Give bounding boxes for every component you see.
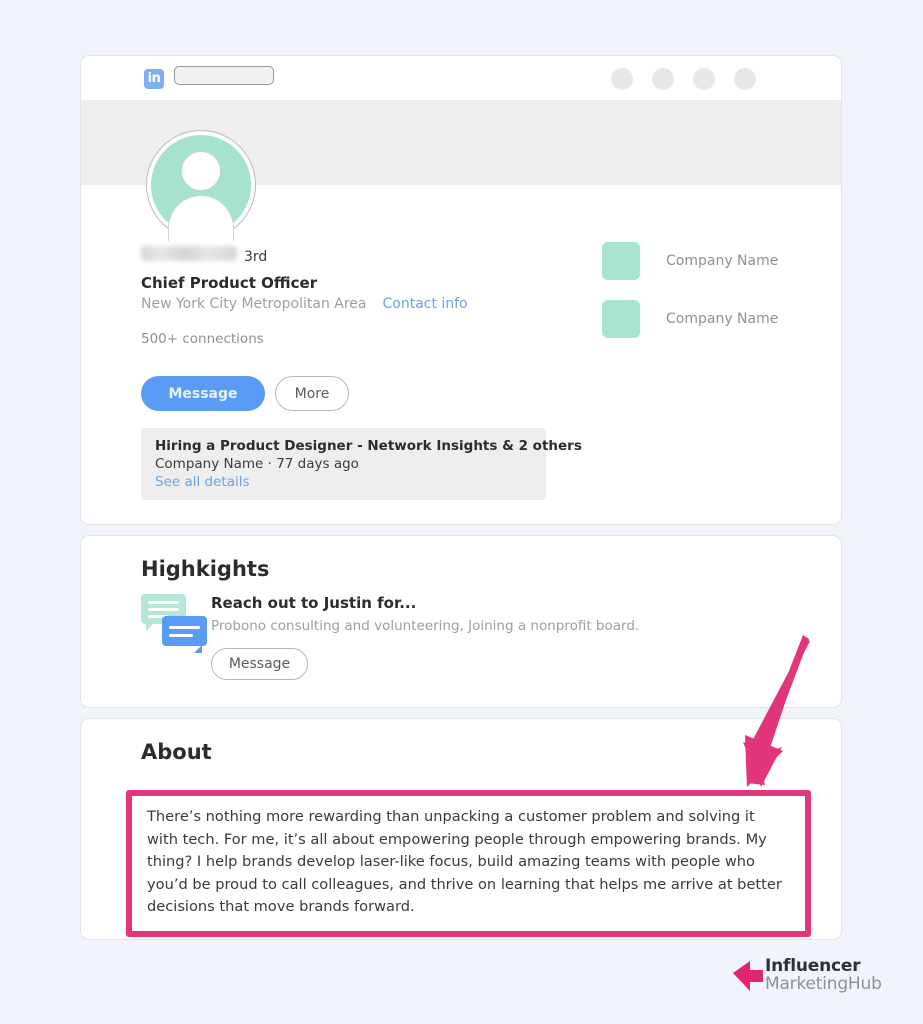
highlights-card: Highkights Reach out to Justin for... Pr… [80, 535, 842, 708]
linkedin-navbar: in [81, 56, 841, 100]
speech-bubbles-icon [141, 594, 215, 654]
about-text: There’s nothing more rewarding than unpa… [147, 808, 782, 915]
contact-info-link[interactable]: Contact info [382, 296, 467, 312]
connections-count: 500+ connections [141, 331, 264, 347]
linkedin-logo-icon[interactable]: in [144, 69, 164, 89]
about-card: About There’s nothing more rewarding tha… [80, 718, 842, 940]
avatar-head-shape [181, 151, 221, 191]
page-root: in 3rd Chief Product Officer New York Ci… [0, 0, 923, 1024]
company-logo-icon [602, 300, 640, 338]
company-logo-icon [602, 242, 640, 280]
blue-speech-bubble-icon [162, 616, 207, 653]
avatar-body-shape [168, 195, 234, 241]
search-input[interactable] [174, 66, 274, 85]
highlights-subtitle: Probono consulting and volunteering, Joi… [211, 618, 640, 634]
company-name-label: Company Name [666, 311, 779, 327]
hiring-activity-subtitle: Company Name · 77 days ago [155, 456, 359, 472]
about-title: About [141, 740, 212, 764]
profile-action-buttons: Message More [141, 376, 349, 411]
hiring-activity-card[interactable]: Hiring a Product Designer - Network Insi… [141, 428, 582, 500]
see-all-details-link[interactable]: See all details [155, 474, 532, 490]
profile-name-redacted [141, 246, 237, 261]
nav-messaging-icon[interactable] [734, 68, 756, 90]
profile-location: New York City Metropolitan Area [141, 296, 367, 312]
avatar[interactable] [147, 131, 255, 241]
about-text-highlight: There’s nothing more rewarding than unpa… [126, 790, 811, 937]
nav-network-icon[interactable] [652, 68, 674, 90]
influencer-marketing-hub-logo: Influencer MarketingHub [733, 957, 882, 994]
profile-name-row: 3rd [141, 246, 561, 265]
highlights-body: Reach out to Justin for... Probono consu… [141, 594, 821, 680]
message-button[interactable]: Message [141, 376, 265, 411]
profile-headline: Chief Product Officer [141, 274, 318, 292]
highlights-heading: Reach out to Justin for... [211, 594, 417, 612]
company-list: Company Name Company Name [602, 242, 778, 358]
profile-identity: 3rd Chief Product Officer New York City … [141, 246, 561, 347]
profile-location-row: New York City Metropolitan Area Contact … [141, 296, 561, 312]
nav-home-icon[interactable] [611, 68, 633, 90]
company-item[interactable]: Company Name [602, 300, 778, 338]
company-name-label: Company Name [666, 253, 779, 269]
logo-wordmark: Influencer MarketingHub [765, 957, 882, 994]
nav-jobs-icon[interactable] [693, 68, 715, 90]
more-button[interactable]: More [275, 376, 349, 411]
logo-arrow-mark-icon [733, 960, 763, 991]
connection-degree-badge: 3rd [244, 249, 268, 265]
navbar-icon-group [611, 68, 756, 90]
hiring-activity-title: Hiring a Product Designer - Network Insi… [155, 438, 582, 454]
highlights-text-block: Reach out to Justin for... Probono consu… [211, 594, 821, 680]
profile-card: in 3rd Chief Product Officer New York Ci… [80, 55, 842, 525]
logo-line-marketinghub: MarketingHub [765, 973, 882, 994]
company-item[interactable]: Company Name [602, 242, 778, 280]
highlights-message-button[interactable]: Message [211, 648, 308, 680]
highlights-title: Highkights [141, 557, 270, 581]
